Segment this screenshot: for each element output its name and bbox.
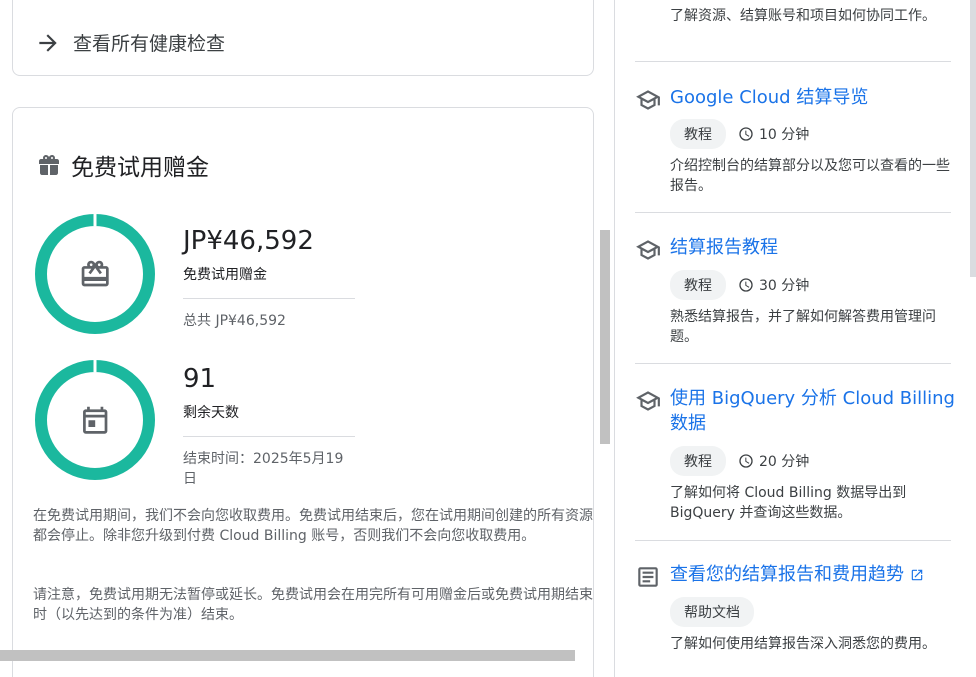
credit-progress-ring	[35, 214, 155, 334]
resource-title-link[interactable]: 使用 BigQuery 分析 Cloud Billing 数据	[670, 386, 955, 436]
resource-description: 介绍控制台的结算部分以及您可以查看的一些报告。	[670, 158, 950, 194]
resource-description: 了解如何将 Cloud Billing 数据导出到 BigQuery 并查询这些…	[670, 485, 907, 521]
resource-meta: 帮助文档	[670, 597, 754, 627]
divider	[635, 212, 951, 213]
gift-icon	[39, 155, 59, 175]
days-remaining-label: 剩余天数	[183, 402, 355, 437]
clock-icon	[739, 278, 753, 292]
main-content: 查看所有健康检查 免费试用赠金 JP¥46,592 免费试用赠金 总共 JP¥4…	[0, 0, 614, 677]
article-icon	[638, 567, 658, 587]
card-title: 免费试用赠金	[71, 155, 209, 181]
type-chip: 帮助文档	[670, 597, 754, 627]
learning-resources-panel: 了解资源、结算账号和项目如何协同工作。 Google Cloud 结算导览 教程…	[614, 0, 976, 677]
resource-title-link[interactable]: 结算报告教程	[670, 235, 955, 260]
trial-end-date: 结束时间：2025年5月19日	[183, 451, 344, 487]
card-header: 免费试用赠金	[37, 148, 209, 182]
health-check-card: 查看所有健康检查	[12, 0, 594, 76]
divider	[635, 363, 951, 364]
free-trial-credit-card: 免费试用赠金 JP¥46,592 免费试用赠金 总共 JP¥46,592 91 …	[12, 107, 594, 677]
duration: 30 分钟	[738, 275, 809, 295]
duration-label: 30 分钟	[759, 278, 810, 294]
credit-label: 免费试用赠金	[183, 264, 355, 299]
duration: 10 分钟	[738, 124, 809, 144]
school-icon	[636, 90, 660, 110]
type-chip: 教程	[670, 119, 726, 149]
divider	[635, 540, 951, 541]
calendar-icon	[83, 406, 108, 434]
resource-title-link[interactable]: 查看您的结算报告和费用趋势	[670, 562, 955, 587]
days-remaining-value: 91	[183, 364, 217, 394]
duration-label: 20 分钟	[759, 454, 810, 470]
open-in-new-icon	[911, 569, 923, 581]
health-link-label: 查看所有健康检查	[73, 33, 226, 55]
trial-note-paragraph: 请注意，免费试用期无法暂停或延长。免费试用会在用完所有可用赠金后或免费试用期结束…	[33, 587, 593, 623]
vertical-scrollbar[interactable]	[600, 230, 610, 444]
type-chip: 教程	[670, 446, 726, 476]
divider	[635, 61, 951, 62]
resource-description: 了解如何使用结算报告深入洞悉您的费用。	[670, 636, 936, 652]
billing-overview-page: 查看所有健康检查 免费试用赠金 JP¥46,592 免费试用赠金 总共 JP¥4…	[0, 0, 976, 677]
duration-label: 10 分钟	[759, 127, 810, 143]
school-icon	[636, 391, 660, 411]
card-gift-icon	[81, 260, 109, 287]
days-progress-ring	[35, 360, 155, 480]
credit-amount: JP¥46,592	[183, 226, 314, 256]
credit-stat: JP¥46,592 免费试用赠金 总共 JP¥46,592	[183, 224, 355, 331]
horizontal-scrollbar[interactable]	[0, 650, 575, 661]
resource-title-text: 查看您的结算报告和费用趋势	[670, 564, 904, 585]
type-chip: 教程	[670, 270, 726, 300]
view-all-health-checks-link[interactable]: 查看所有健康检查	[35, 29, 225, 56]
resource-description: 了解资源、结算账号和项目如何协同工作。	[670, 8, 936, 24]
panel-scrollbar[interactable]	[970, 0, 976, 277]
credit-total: 总共 JP¥46,592	[183, 313, 286, 329]
duration: 20 分钟	[738, 451, 809, 471]
resource-description: 熟悉结算报告，并了解如何解答费用管理问题。	[670, 309, 936, 345]
trial-info-paragraph: 在免费试用期间，我们不会向您收取费用。免费试用结束后，您在试用期间创建的所有资源…	[33, 508, 593, 544]
resource-meta: 教程 20 分钟	[670, 446, 809, 476]
school-icon	[636, 240, 660, 260]
clock-icon	[739, 454, 753, 468]
resource-meta: 教程 10 分钟	[670, 119, 809, 149]
resource-title-link[interactable]: Google Cloud 结算导览	[670, 85, 955, 110]
clock-icon	[739, 127, 753, 141]
arrow-right-icon	[39, 33, 57, 52]
days-stat: 91 剩余天数 结束时间：2025年5月19日	[183, 362, 355, 489]
resource-meta: 教程 30 分钟	[670, 270, 809, 300]
